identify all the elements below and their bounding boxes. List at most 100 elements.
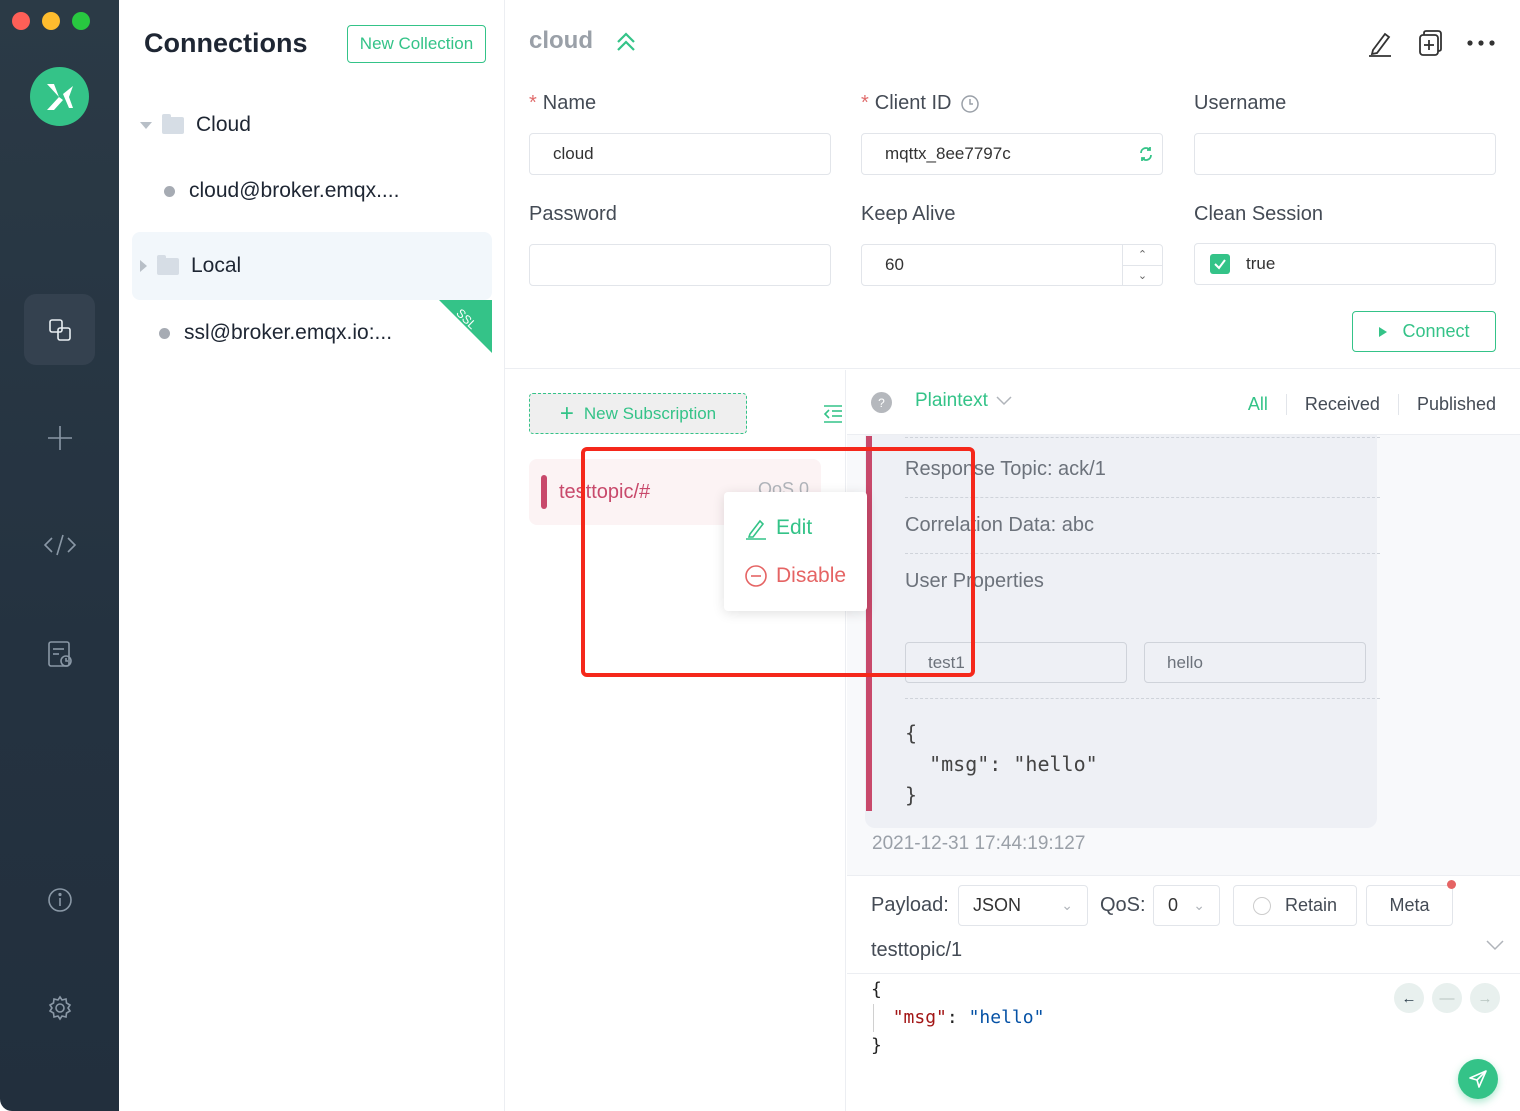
rail-new-connection-button[interactable] — [24, 402, 95, 473]
connections-panel: Connections New Collection Cloud cloud@b… — [119, 0, 505, 1111]
status-dot — [164, 185, 175, 197]
context-menu-disable[interactable]: Disable — [744, 564, 846, 588]
rail-about-button[interactable] — [24, 864, 95, 935]
double-chevron-up-icon[interactable] — [615, 30, 637, 54]
folder-icon — [157, 254, 179, 275]
left-rail — [0, 0, 119, 1111]
subscription-topic: testtopic/# — [559, 480, 651, 503]
more-icon[interactable] — [1466, 38, 1496, 48]
chevron-down-icon[interactable] — [1486, 939, 1504, 951]
history-forward-button[interactable]: → — [1470, 983, 1500, 1013]
folder-label: Local — [191, 254, 242, 277]
user-property-value: hello — [1144, 642, 1366, 683]
header-actions — [1366, 28, 1496, 58]
rail-settings-button[interactable] — [24, 972, 95, 1043]
connections-icon — [48, 318, 71, 341]
gear-icon — [48, 995, 71, 1020]
chevron-down-icon: ⌄ — [1193, 897, 1205, 913]
edit-icon[interactable] — [1366, 28, 1394, 58]
payload-format-select[interactable]: Plaintext — [915, 390, 1012, 412]
log-icon — [47, 640, 72, 667]
subscription-context-menu: Edit Disable — [724, 492, 867, 611]
caret-down-icon[interactable] — [140, 121, 152, 129]
help-icon[interactable]: ? — [871, 392, 892, 413]
status-dot — [159, 327, 170, 339]
maximize-window-button[interactable] — [72, 12, 90, 30]
main-area: cloud * Name cloud * Client ID mqttx_8ee… — [505, 0, 1520, 1111]
message-filter-tabs: All Received Published — [1230, 394, 1496, 415]
chevron-down-icon: ⌄ — [1061, 897, 1073, 913]
minus-circle-icon — [745, 565, 767, 587]
payload-format-dropdown[interactable]: JSON ⌄ — [958, 885, 1088, 926]
duplicate-icon[interactable] — [1416, 28, 1444, 58]
rail-connections-button[interactable] — [24, 294, 95, 365]
send-icon — [1469, 1070, 1487, 1088]
qos-dropdown[interactable]: 0 ⌄ — [1153, 885, 1220, 926]
mqttx-logo-icon — [46, 83, 73, 110]
response-topic-row: Response Topic: ack/1 — [905, 458, 1380, 498]
decrement-button[interactable]: ⌄ — [1123, 266, 1162, 286]
password-input[interactable] — [529, 244, 831, 286]
message-color-bar — [866, 436, 872, 811]
filter-published[interactable]: Published — [1397, 394, 1496, 415]
client-id-input[interactable]: mqttx_8ee7797c — [861, 133, 1163, 175]
connection-label: ssl@broker.emqx.io:... — [184, 321, 393, 344]
connection-name-heading: cloud — [529, 27, 593, 54]
plus-icon: + — [559, 399, 574, 427]
rail-log-button[interactable] — [24, 618, 95, 689]
name-input[interactable]: cloud — [529, 133, 831, 175]
context-menu-edit[interactable]: Edit — [744, 516, 812, 540]
retain-toggle[interactable]: Retain — [1233, 885, 1357, 926]
publish-panel: Payload: JSON ⌄ QoS: 0 ⌄ Retain Meta tes… — [847, 875, 1520, 1111]
folder-icon — [162, 113, 184, 134]
connection-item-cloud[interactable]: cloud@broker.emqx.... — [164, 179, 399, 203]
keep-alive-label: Keep Alive — [861, 203, 956, 225]
messages-header: ? Plaintext All Received Published — [847, 370, 1520, 435]
ssl-badge: SSL — [439, 300, 492, 353]
new-subscription-button[interactable]: + New Subscription — [529, 393, 747, 434]
play-icon — [1379, 326, 1388, 337]
name-label: * Name — [529, 92, 597, 114]
keep-alive-input[interactable]: 60 ⌃ ⌄ — [861, 244, 1163, 286]
folder-cloud[interactable]: Cloud — [132, 91, 492, 159]
divider — [905, 698, 1380, 699]
caret-right-icon[interactable] — [140, 260, 147, 272]
connect-button[interactable]: Connect — [1352, 311, 1496, 352]
clock-icon[interactable] — [960, 94, 980, 114]
publish-topic-input[interactable]: testtopic/1 — [871, 939, 962, 962]
publish-payload-editor[interactable]: { "msg": "hello" } — [871, 976, 1044, 1060]
username-label: Username — [1194, 92, 1287, 114]
user-properties-label: User Properties — [905, 570, 1044, 592]
filter-all[interactable]: All — [1230, 394, 1286, 415]
collapse-list-icon[interactable] — [822, 404, 844, 424]
history-clear-button[interactable]: — — [1432, 983, 1462, 1013]
filter-received[interactable]: Received — [1285, 394, 1398, 415]
history-back-button[interactable]: ← — [1394, 983, 1424, 1013]
refresh-icon[interactable] — [1138, 146, 1154, 162]
meta-button[interactable]: Meta — [1366, 880, 1456, 926]
client-id-label: * Client ID — [861, 92, 980, 115]
mqttx-app: Connections New Collection Cloud cloud@b… — [0, 0, 1520, 1111]
folder-label: Cloud — [196, 113, 251, 136]
connections-title: Connections — [144, 28, 308, 58]
user-property-key: test1 — [905, 642, 1127, 683]
folder-local[interactable]: Local — [132, 232, 492, 300]
rail-script-button[interactable] — [24, 509, 95, 580]
history-nav: ← — → — [1394, 983, 1500, 1013]
indent-guide — [873, 1004, 874, 1032]
check-icon — [1214, 259, 1226, 270]
minimize-window-button[interactable] — [42, 12, 60, 30]
messages-panel: Content Type: application/json Response … — [847, 370, 1520, 875]
topic-row: testtopic/1 — [847, 931, 1520, 974]
code-icon — [43, 534, 76, 555]
keep-alive-stepper: ⌃ ⌄ — [1122, 245, 1162, 285]
new-collection-button[interactable]: New Collection — [347, 25, 486, 63]
retain-radio[interactable] — [1252, 896, 1271, 915]
clean-session-field: true — [1194, 243, 1496, 285]
close-window-button[interactable] — [12, 12, 30, 30]
increment-button[interactable]: ⌃ — [1123, 245, 1162, 266]
send-button[interactable] — [1458, 1059, 1498, 1099]
clean-session-checkbox[interactable] — [1210, 254, 1230, 274]
username-input[interactable] — [1194, 133, 1496, 175]
connection-item-ssl[interactable]: ssl@broker.emqx.io:... — [159, 321, 392, 345]
